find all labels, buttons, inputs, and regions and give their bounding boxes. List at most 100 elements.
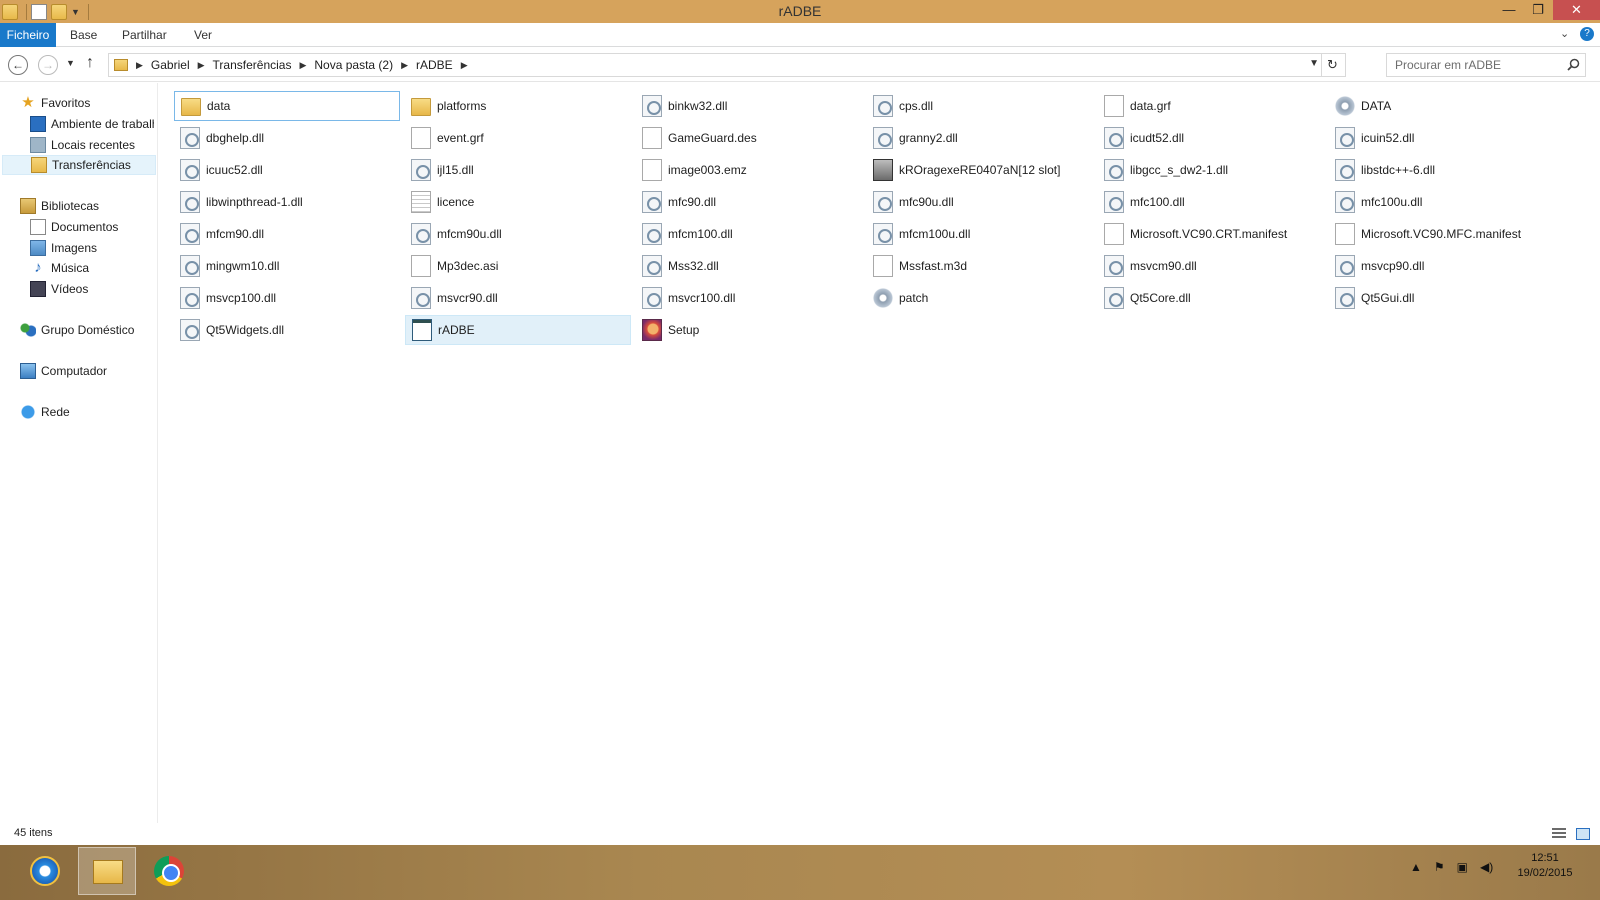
network-status-icon[interactable]: ▣ [1457, 860, 1468, 874]
file-item[interactable]: libwinpthread-1.dll [174, 187, 400, 217]
file-item[interactable]: msvcr100.dll [636, 283, 862, 313]
file-item[interactable]: Mp3dec.asi [405, 251, 631, 281]
address-history-chevron-icon[interactable]: ▼ [1309, 58, 1319, 69]
breadcrumb-item[interactable]: Nova pasta (2) [314, 58, 393, 72]
file-item[interactable]: Microsoft.VC90.MFC.manifest [1329, 219, 1555, 249]
file-item[interactable]: dbghelp.dll [174, 123, 400, 153]
file-item[interactable]: icuin52.dll [1329, 123, 1555, 153]
help-icon[interactable]: ? [1580, 27, 1594, 41]
tab-home[interactable]: Base [60, 23, 107, 47]
refresh-icon[interactable]: ↻ [1321, 54, 1343, 76]
nav-music[interactable]: ♪ Música [30, 258, 154, 278]
file-item[interactable]: GameGuard.des [636, 123, 862, 153]
taskbar-file-explorer[interactable] [78, 847, 136, 895]
tab-share[interactable]: Partilhar [112, 23, 177, 47]
file-item[interactable]: Setup [636, 315, 862, 345]
action-center-flag-icon[interactable]: ⚑ [1434, 860, 1445, 874]
nav-pictures[interactable]: Imagens [30, 238, 154, 258]
volume-icon[interactable]: ◀) [1480, 860, 1493, 874]
file-item[interactable]: mfcm100.dll [636, 219, 862, 249]
breadcrumb-item[interactable]: Gabriel [151, 58, 190, 72]
file-item[interactable]: mfc100u.dll [1329, 187, 1555, 217]
breadcrumb-separator-icon[interactable]: ▶ [461, 60, 468, 71]
file-item[interactable]: platforms [405, 91, 631, 121]
nav-recent-places[interactable]: Locais recentes [30, 135, 154, 155]
minimize-button[interactable]: — [1495, 0, 1523, 20]
nav-documents[interactable]: Documentos [30, 217, 154, 237]
file-item[interactable]: libstdc++-6.dll [1329, 155, 1555, 185]
file-item[interactable]: mfc100.dll [1098, 187, 1324, 217]
file-item[interactable]: Mssfast.m3d [867, 251, 1093, 281]
nav-downloads[interactable]: Transferências [2, 155, 156, 175]
tab-file[interactable]: Ficheiro [0, 23, 56, 47]
breadcrumb-item[interactable]: rADBE [416, 58, 453, 72]
file-item[interactable]: event.grf [405, 123, 631, 153]
file-item[interactable]: mfcm90u.dll [405, 219, 631, 249]
file-item[interactable]: libgcc_s_dw2-1.dll [1098, 155, 1324, 185]
breadcrumb-item[interactable]: Transferências [213, 58, 292, 72]
file-name: ijl15.dll [437, 163, 474, 177]
file-item[interactable]: mfcm100u.dll [867, 219, 1093, 249]
file-item[interactable]: ijl15.dll [405, 155, 631, 185]
file-item[interactable]: patch [867, 283, 1093, 313]
file-item[interactable]: Microsoft.VC90.CRT.manifest [1098, 219, 1324, 249]
large-icons-view-icon[interactable] [1576, 828, 1590, 840]
file-item[interactable]: mfcm90.dll [174, 219, 400, 249]
up-arrow-icon[interactable]: ↑ [86, 54, 94, 72]
file-item[interactable]: msvcr90.dll [405, 283, 631, 313]
tab-view[interactable]: Ver [184, 23, 222, 47]
breadcrumb-separator-icon[interactable]: ▶ [299, 60, 306, 71]
file-item[interactable]: licence [405, 187, 631, 217]
close-button[interactable]: ✕ [1553, 0, 1600, 20]
file-item[interactable]: Qt5Gui.dll [1329, 283, 1555, 313]
taskbar-chrome[interactable] [140, 847, 198, 895]
nav-favorites[interactable]: ★ Favoritos [20, 93, 150, 113]
nav-videos[interactable]: Vídeos [30, 279, 154, 299]
file-item[interactable]: rADBE [405, 315, 631, 345]
forward-arrow-icon[interactable]: → [38, 55, 58, 75]
search-box[interactable] [1386, 53, 1586, 77]
file-item[interactable]: image003.emz [636, 155, 862, 185]
search-icon[interactable] [1567, 58, 1580, 71]
nav-libraries[interactable]: Bibliotecas [20, 196, 150, 216]
breadcrumb-separator-icon[interactable]: ▶ [136, 60, 143, 71]
search-input[interactable] [1387, 54, 1557, 76]
file-item[interactable]: granny2.dll [867, 123, 1093, 153]
expand-ribbon-chevron-icon[interactable]: ⌄ [1560, 27, 1569, 40]
details-view-icon[interactable] [1552, 828, 1566, 840]
nav-network[interactable]: Rede [20, 402, 154, 422]
file-item[interactable]: msvcm90.dll [1098, 251, 1324, 281]
taskbar-internet-explorer[interactable] [16, 847, 74, 895]
breadcrumb-separator-icon[interactable]: ▶ [198, 60, 205, 71]
file-item[interactable]: mingwm10.dll [174, 251, 400, 281]
restore-button[interactable]: ❐ [1524, 0, 1552, 20]
nav-homegroup[interactable]: Grupo Doméstico [20, 320, 154, 340]
file-item[interactable]: kROragexeRE0407aN[12 slot] [867, 155, 1093, 185]
nav-desktop[interactable]: Ambiente de trabalho [30, 114, 154, 134]
back-arrow-icon[interactable]: ← [8, 55, 28, 75]
dll-icon [1335, 159, 1355, 181]
show-hidden-icons-icon[interactable]: ▲ [1410, 860, 1422, 874]
file-item[interactable]: mfc90u.dll [867, 187, 1093, 217]
chrome-icon [154, 856, 184, 886]
file-item[interactable]: msvcp90.dll [1329, 251, 1555, 281]
recent-locations-chevron-icon[interactable]: ▼ [66, 58, 75, 68]
file-item[interactable]: cps.dll [867, 91, 1093, 121]
breadcrumb-separator-icon[interactable]: ▶ [401, 60, 408, 71]
nav-label: Computador [41, 364, 108, 378]
clock[interactable]: 12:51 19/02/2015 [1510, 851, 1580, 881]
file-item[interactable]: DATA [1329, 91, 1555, 121]
nav-computer[interactable]: Computador [20, 361, 154, 381]
file-item[interactable]: Qt5Core.dll [1098, 283, 1324, 313]
file-item[interactable]: Qt5Widgets.dll [174, 315, 400, 345]
file-item[interactable]: data [174, 91, 400, 121]
file-name: platforms [437, 99, 487, 113]
file-item[interactable]: data.grf [1098, 91, 1324, 121]
file-item[interactable]: binkw32.dll [636, 91, 862, 121]
address-bar[interactable]: ▶ Gabriel ▶ Transferências ▶ Nova pasta … [108, 53, 1346, 77]
file-item[interactable]: msvcp100.dll [174, 283, 400, 313]
file-item[interactable]: Mss32.dll [636, 251, 862, 281]
file-item[interactable]: mfc90.dll [636, 187, 862, 217]
file-item[interactable]: icuuc52.dll [174, 155, 400, 185]
file-item[interactable]: icudt52.dll [1098, 123, 1324, 153]
